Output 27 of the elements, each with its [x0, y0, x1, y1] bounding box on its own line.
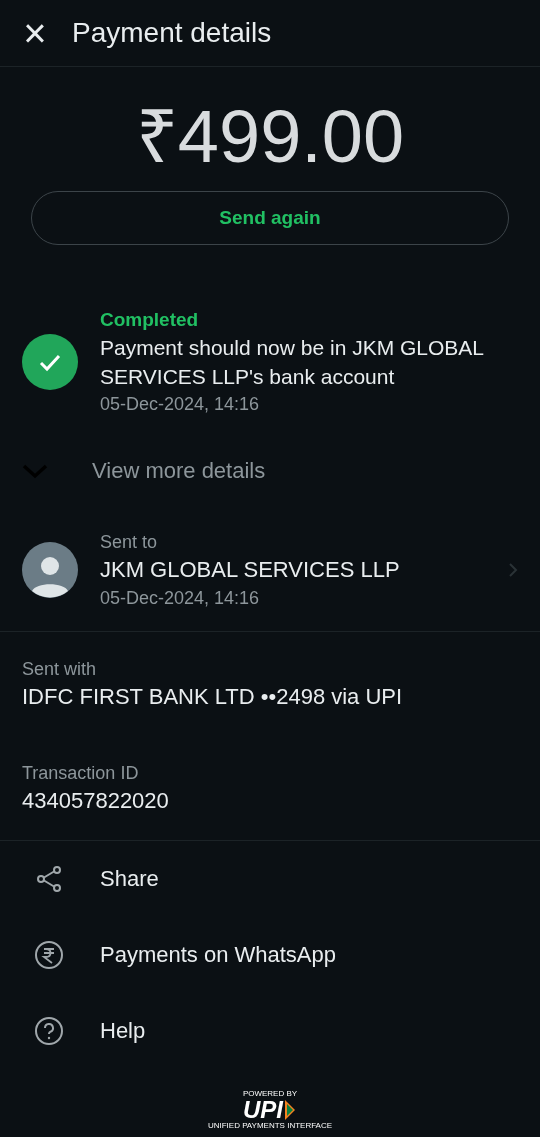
status-message: Payment should now be in JKM GLOBAL SERVICES LLP's bank account	[100, 335, 485, 390]
detail-value: IDFC FIRST BANK LTD ••2498 via UPI	[22, 683, 404, 711]
check-icon	[22, 334, 78, 390]
page-title: Payment details	[72, 17, 272, 49]
view-more-details-button[interactable]: View more details	[0, 451, 288, 491]
detail-label: Transaction ID	[22, 762, 140, 785]
chevron-right-icon[interactable]	[508, 562, 518, 578]
upi-logo: UPI	[243, 1099, 297, 1121]
status-time: 05-Dec-2024, 14:16	[100, 393, 261, 416]
status-label: Completed	[100, 308, 200, 332]
upi-arrow-icon	[285, 1100, 297, 1120]
amount: ₹499.00	[134, 95, 406, 179]
avatar-icon	[22, 542, 78, 598]
recipient-time: 05-Dec-2024, 14:16	[100, 587, 261, 610]
rupee-icon	[34, 940, 64, 970]
share-action[interactable]: Share	[0, 855, 540, 903]
sent-to-label: Sent to	[100, 531, 159, 554]
rupee-action[interactable]: Payments on WhatsApp	[0, 931, 540, 979]
detail-value: 434057822020	[22, 787, 170, 815]
powered-by-text: POWERED BY	[242, 1089, 298, 1099]
help-icon	[34, 1016, 64, 1046]
recipient-name: JKM GLOBAL SERVICES LLP	[100, 556, 401, 584]
help-action[interactable]: Help	[0, 1007, 540, 1055]
share-icon	[34, 864, 64, 894]
detail-label: Sent with	[22, 658, 98, 681]
close-button[interactable]: ×	[22, 13, 48, 53]
upi-tagline: UNIFIED PAYMENTS INTERFACE	[207, 1121, 333, 1131]
